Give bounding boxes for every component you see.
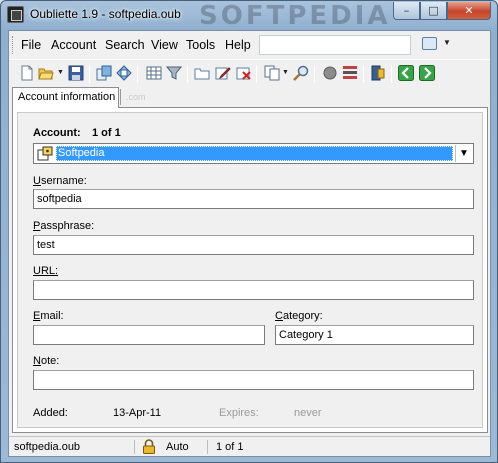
close-button[interactable]: ✕ xyxy=(447,2,491,20)
app-icon[interactable] xyxy=(7,6,24,23)
lock-file-icon[interactable] xyxy=(370,65,386,81)
client-area: File Account Search View Tools Help ▼ ▼ xyxy=(8,30,491,457)
title-bar[interactable]: SOFTPEDIA Oubliette 1.9 - softpedia.oub … xyxy=(1,1,497,31)
forward-icon[interactable] xyxy=(419,65,435,81)
account-panel: Account: 1 of 1 Softpedia ▼ Username: so… xyxy=(12,107,488,433)
app-window: SOFTPEDIA Oubliette 1.9 - softpedia.oub … xyxy=(0,0,498,463)
account-dropdown-arrow[interactable]: ▼ xyxy=(455,145,472,162)
open-dropdown-arrow[interactable]: ▼ xyxy=(57,69,64,76)
menu-tools[interactable]: Tools xyxy=(186,38,215,52)
account-selected-value: Softpedia xyxy=(56,146,453,161)
menu-grip[interactable] xyxy=(12,36,15,54)
account-counter: 1 of 1 xyxy=(92,127,121,139)
copy-dropdown-arrow[interactable]: ▼ xyxy=(282,69,289,76)
find-icon[interactable] xyxy=(293,65,309,81)
menu-file[interactable]: File xyxy=(21,38,41,52)
status-count: 1 of 1 xyxy=(216,441,244,453)
tab-account-information[interactable]: Account information xyxy=(12,87,119,108)
category-field[interactable]: Category 1 xyxy=(275,325,474,345)
expires-value: never xyxy=(294,407,322,419)
tab-separator xyxy=(120,89,121,105)
toolbar-separator xyxy=(89,65,90,83)
new-folder-icon[interactable] xyxy=(194,65,210,81)
category-label: Category: xyxy=(275,310,323,322)
toolbar-separator xyxy=(137,65,138,83)
toolbar-separator xyxy=(256,65,257,83)
account-lock-icon xyxy=(37,146,53,161)
find-icon xyxy=(422,37,437,50)
passphrase-label: Passphrase: xyxy=(33,220,95,232)
lock-icon xyxy=(143,439,155,454)
maximize-button[interactable]: □ xyxy=(420,2,447,20)
status-bar: softpedia.oub Auto 1 of 1 xyxy=(9,436,490,456)
toolbar-separator xyxy=(391,65,392,83)
passphrase-field[interactable]: test xyxy=(33,235,474,255)
toolbar-separator xyxy=(187,65,188,83)
menu-view[interactable]: View xyxy=(151,38,178,52)
paste-account-icon[interactable] xyxy=(116,65,132,81)
copy-account-icon[interactable] xyxy=(96,65,112,81)
menu-search[interactable]: Search xyxy=(105,38,145,52)
url-field[interactable] xyxy=(33,280,474,300)
account-form: Account: 1 of 1 Softpedia ▼ Username: so… xyxy=(17,112,483,428)
status-separator xyxy=(134,440,135,454)
save-icon[interactable] xyxy=(68,65,84,81)
menu-help[interactable]: Help xyxy=(225,38,251,52)
delete-icon[interactable] xyxy=(236,65,252,81)
email-label: Email: xyxy=(33,310,64,322)
new-file-icon[interactable] xyxy=(19,65,35,81)
email-field[interactable] xyxy=(33,325,265,345)
expires-label: Expires: xyxy=(219,407,259,419)
note-field[interactable] xyxy=(33,370,474,390)
grid-view-icon[interactable] xyxy=(146,65,162,81)
toolbar-separator xyxy=(314,65,315,83)
url-label: URL: xyxy=(33,265,59,277)
record-icon[interactable] xyxy=(322,65,338,81)
open-folder-icon[interactable] xyxy=(38,65,54,81)
username-label: Username: xyxy=(33,175,87,187)
username-field[interactable]: softpedia xyxy=(33,189,474,209)
added-label: Added: xyxy=(33,407,68,419)
minimize-button[interactable]: – xyxy=(393,2,420,20)
status-lock-mode: Auto xyxy=(166,441,189,453)
window-title: Oubliette 1.9 - softpedia.oub xyxy=(30,7,181,21)
watermark: SOFTPEDIA xyxy=(199,1,391,31)
edit-icon[interactable] xyxy=(215,65,231,81)
tab-ghost-text: .com xyxy=(126,92,146,102)
copy-icon[interactable] xyxy=(264,65,280,81)
window-controls: – □ ✕ xyxy=(393,2,491,20)
back-icon[interactable] xyxy=(398,65,414,81)
added-value: 13-Apr-11 xyxy=(113,407,162,419)
toolbar-separator xyxy=(363,65,364,83)
filter-icon[interactable] xyxy=(166,65,182,81)
account-select[interactable]: Softpedia ▼ xyxy=(33,143,474,164)
menu-account[interactable]: Account xyxy=(51,38,96,52)
find-dropdown-arrow[interactable]: ▼ xyxy=(443,38,451,47)
tab-strip: Account information .com xyxy=(9,87,490,108)
status-separator xyxy=(207,440,208,454)
note-label: Note: xyxy=(33,355,60,367)
status-file: softpedia.oub xyxy=(14,441,81,453)
quick-search-input[interactable] xyxy=(259,35,411,55)
toolbar: ▼ ▼ xyxy=(9,59,490,87)
menu-bar: File Account Search View Tools Help ▼ xyxy=(9,31,490,59)
list-icon[interactable] xyxy=(342,65,358,81)
account-label: Account: xyxy=(33,127,81,139)
find-button[interactable]: ▼ xyxy=(420,36,452,54)
